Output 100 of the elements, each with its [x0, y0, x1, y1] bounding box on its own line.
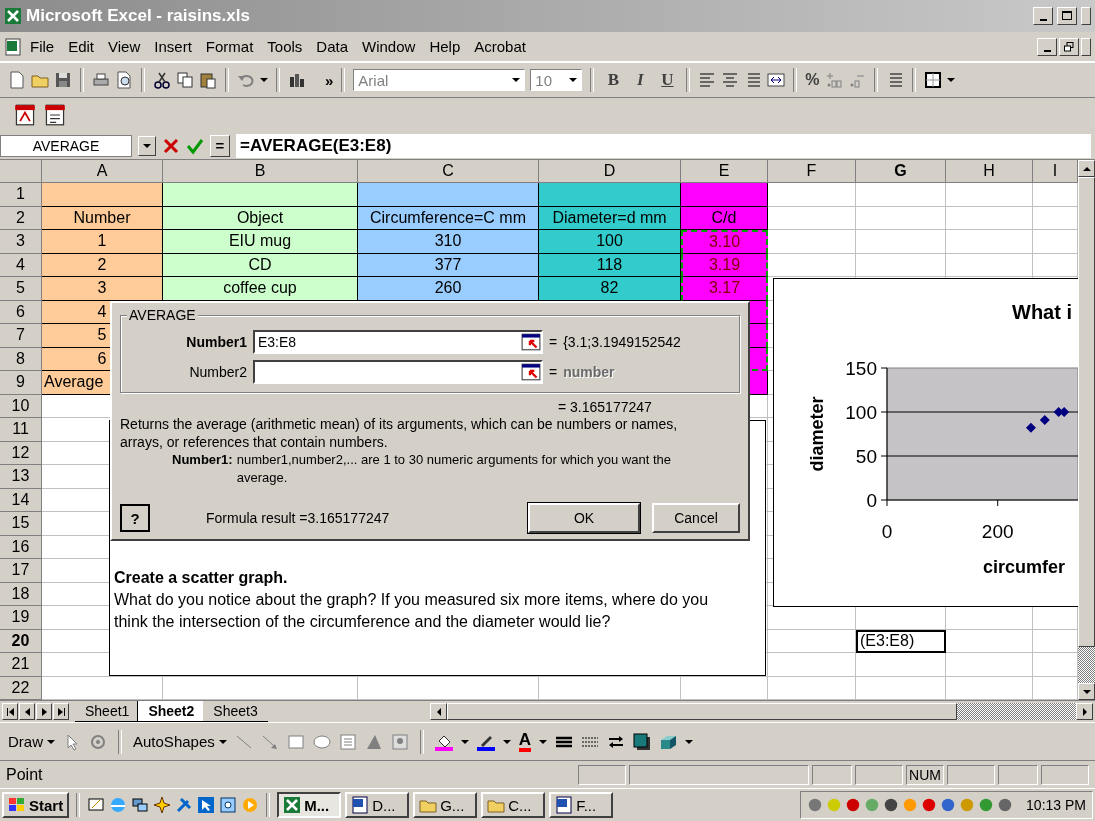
scroll-right-button[interactable]	[1076, 703, 1093, 720]
menu-item[interactable]: View	[102, 36, 147, 57]
paste-icon[interactable]	[199, 71, 217, 89]
column-header[interactable]: I	[1033, 160, 1078, 183]
caret-icon[interactable]	[47, 738, 55, 745]
caret-icon[interactable]	[685, 738, 694, 745]
caret-icon[interactable]	[569, 77, 578, 83]
underline-button[interactable]: U	[656, 70, 679, 90]
row-header[interactable]: 17	[0, 559, 42, 583]
caret-icon[interactable]	[539, 738, 548, 745]
row-header[interactable]: 13	[0, 465, 42, 489]
tray-icon[interactable]	[997, 797, 1014, 813]
bold-button[interactable]: B	[602, 70, 625, 90]
select-all-button[interactable]	[0, 160, 42, 183]
edit-formula-button[interactable]: =	[210, 134, 230, 157]
row-header[interactable]: 15	[0, 512, 42, 536]
taskbar-button[interactable]: G...	[413, 792, 478, 818]
maximize-button[interactable]	[1057, 7, 1077, 25]
more-buttons[interactable]: »	[325, 71, 334, 89]
rotate-icon[interactable]	[89, 732, 107, 751]
column-header[interactable]: G	[856, 160, 946, 183]
spreadsheet-icon[interactable]	[283, 796, 302, 814]
minimize-button[interactable]	[1033, 7, 1053, 25]
minimize-button[interactable]	[1037, 37, 1057, 56]
row-header[interactable]: 5	[0, 277, 42, 301]
restore-button[interactable]	[1059, 37, 1079, 56]
new-file-icon[interactable]	[8, 71, 26, 89]
caret-icon[interactable]	[218, 738, 227, 745]
last-sheet-button[interactable]	[53, 703, 69, 720]
row-header[interactable]: 12	[0, 441, 42, 465]
cancel-icon[interactable]	[162, 136, 180, 155]
menu-item[interactable]: Data	[310, 36, 355, 57]
clip-art-icon[interactable]	[390, 732, 409, 751]
tray-icon[interactable]	[807, 797, 824, 813]
row-header[interactable]: 8	[0, 347, 42, 371]
taskbar-button[interactable]: M...	[277, 792, 342, 818]
menu-item[interactable]: Insert	[148, 36, 198, 57]
size-field[interactable]: 10	[530, 69, 583, 91]
menu-item[interactable]: Window	[356, 36, 422, 57]
tools-icon[interactable]	[175, 796, 194, 814]
row-header[interactable]: 2	[0, 206, 42, 230]
pdf-document-icon[interactable]	[44, 104, 66, 126]
save-icon[interactable]	[54, 71, 72, 89]
row-header[interactable]: 22	[0, 676, 42, 700]
caret-icon[interactable]	[512, 77, 521, 83]
network-icon[interactable]	[131, 796, 150, 814]
caret-icon[interactable]	[260, 77, 268, 83]
input-field[interactable]: E3:E8	[253, 330, 543, 354]
tray-icon[interactable]	[845, 797, 862, 813]
caret-icon[interactable]	[460, 738, 469, 745]
first-sheet-button[interactable]	[2, 703, 18, 720]
ok-button[interactable]: OK	[528, 503, 640, 533]
next-sheet-button[interactable]	[36, 703, 52, 720]
copy-icon[interactable]	[176, 71, 194, 89]
shadow-icon[interactable]	[633, 732, 652, 751]
row-header[interactable]: 21	[0, 653, 42, 677]
autoshapes-menu[interactable]: AutoShapes	[133, 733, 227, 750]
previous-sheet-button[interactable]	[19, 703, 35, 720]
row-header[interactable]: 7	[0, 324, 42, 348]
row-header[interactable]: 18	[0, 582, 42, 606]
column-header[interactable]: B	[163, 160, 358, 183]
document-icon[interactable]	[555, 796, 574, 814]
scroll-thumb[interactable]	[447, 703, 957, 720]
workbook-icon[interactable]	[4, 37, 22, 56]
help-button[interactable]: ?	[120, 504, 150, 532]
align-center-icon[interactable]	[721, 71, 740, 89]
start-button[interactable]: Start	[2, 792, 70, 818]
window-icon[interactable]	[219, 796, 238, 814]
column-header[interactable]: C	[358, 160, 539, 183]
input-field[interactable]	[253, 360, 543, 384]
row-header[interactable]: 20	[0, 629, 42, 653]
row-header[interactable]: 3	[0, 230, 42, 254]
taskbar-button[interactable]: C...	[481, 792, 546, 818]
column-header[interactable]: H	[946, 160, 1033, 183]
caret-icon[interactable]	[946, 77, 955, 83]
print-icon[interactable]	[92, 71, 110, 89]
menu-item[interactable]: Format	[199, 36, 260, 57]
cut-icon[interactable]	[153, 71, 171, 89]
dropdown-button[interactable]	[138, 135, 156, 156]
row-header[interactable]: 10	[0, 394, 42, 418]
taskbar-button[interactable]: D...	[345, 792, 410, 818]
scroll-left-button[interactable]	[430, 703, 447, 720]
dropdown-icon[interactable]	[143, 142, 151, 149]
close-button[interactable]	[1081, 7, 1091, 25]
tray-icon[interactable]	[921, 797, 938, 813]
taskbar-button[interactable]: F...	[549, 792, 614, 818]
tray-icon[interactable]	[883, 797, 900, 813]
desktop-icon[interactable]	[87, 796, 106, 814]
menu-item[interactable]: Help	[423, 36, 467, 57]
column-header[interactable]: A	[42, 160, 163, 183]
row-header[interactable]: 19	[0, 606, 42, 630]
formula-field[interactable]: =AVERAGE(E3:E8)	[236, 133, 1091, 158]
windows-flag-icon[interactable]	[8, 796, 26, 814]
row-header[interactable]: 11	[0, 418, 42, 442]
percent-button[interactable]: %	[805, 71, 820, 89]
merge-center-icon[interactable]	[767, 71, 786, 89]
align-left-icon[interactable]	[698, 71, 717, 89]
sheet-tab[interactable]: Sheet3	[203, 701, 268, 722]
range-select-icon[interactable]	[521, 362, 541, 382]
menu-item[interactable]: Tools	[261, 36, 309, 57]
